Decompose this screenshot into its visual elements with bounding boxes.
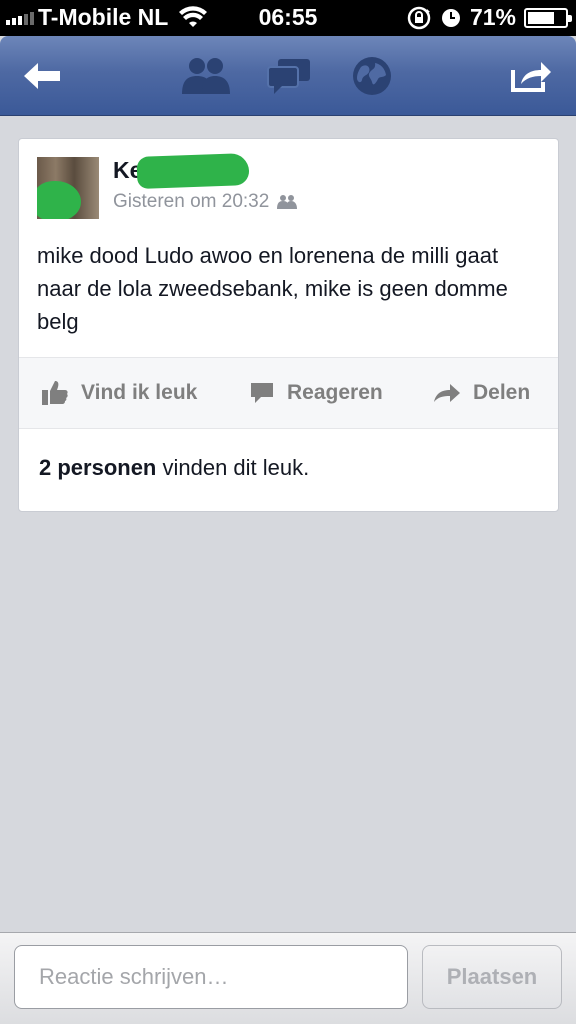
story-card: Ke Gisteren om 20:32 mike dood Ludo awoo… xyxy=(18,138,559,512)
comment-input[interactable] xyxy=(14,945,408,1009)
friends-icon xyxy=(182,58,230,94)
battery-percent: 71% xyxy=(469,4,516,30)
alarm-icon xyxy=(441,8,460,27)
post-timestamp-row: Gisteren om 20:32 xyxy=(113,191,298,213)
like-button[interactable]: Vind ik leuk xyxy=(41,358,197,428)
comment-label: Reageren xyxy=(287,381,383,404)
action-bar: Vind ik leuk Reageren Delen xyxy=(19,357,558,429)
thumbs-up-icon xyxy=(42,381,68,405)
likes-suffix: vinden dit leuk. xyxy=(156,455,310,480)
rotation-lock-icon xyxy=(407,6,431,29)
likes-count: 2 personen xyxy=(39,455,157,480)
comment-icon xyxy=(251,383,273,403)
post-timestamp[interactable]: Gisteren om 20:32 xyxy=(113,191,269,213)
battery-icon xyxy=(524,7,572,28)
status-right: 71% xyxy=(406,4,572,31)
audience-friends-icon xyxy=(277,195,298,209)
avatar-redaction-mark xyxy=(37,181,81,219)
post-text: mike dood Ludo awoo en lorenena de milli… xyxy=(37,243,508,334)
messages-button[interactable] xyxy=(264,52,314,100)
share-arrow-icon xyxy=(434,384,460,402)
notifications-button[interactable] xyxy=(348,52,396,100)
author-avatar[interactable] xyxy=(37,157,99,219)
navigation-bar xyxy=(0,36,576,116)
globe-icon xyxy=(353,57,391,95)
status-bar: T-Mobile NL 06:55 71% xyxy=(0,0,576,36)
messages-icon xyxy=(267,59,310,94)
share-icon xyxy=(511,62,551,92)
friend-requests-button[interactable] xyxy=(178,52,234,100)
share-button[interactable] xyxy=(506,52,556,100)
like-label: Vind ik leuk xyxy=(81,381,198,404)
back-arrow-icon xyxy=(24,63,60,89)
share-post-button[interactable]: Delen xyxy=(433,358,530,428)
battery-level xyxy=(528,11,554,24)
share-label: Delen xyxy=(473,381,531,404)
comment-composer: Plaatsen xyxy=(0,932,576,1024)
back-button[interactable] xyxy=(18,52,66,100)
likes-summary[interactable]: 2 personen vinden dit leuk. xyxy=(39,455,309,481)
comment-button[interactable]: Reageren xyxy=(249,358,383,428)
name-redaction-mark xyxy=(136,153,250,189)
post-comment-button[interactable]: Plaatsen xyxy=(422,945,562,1009)
